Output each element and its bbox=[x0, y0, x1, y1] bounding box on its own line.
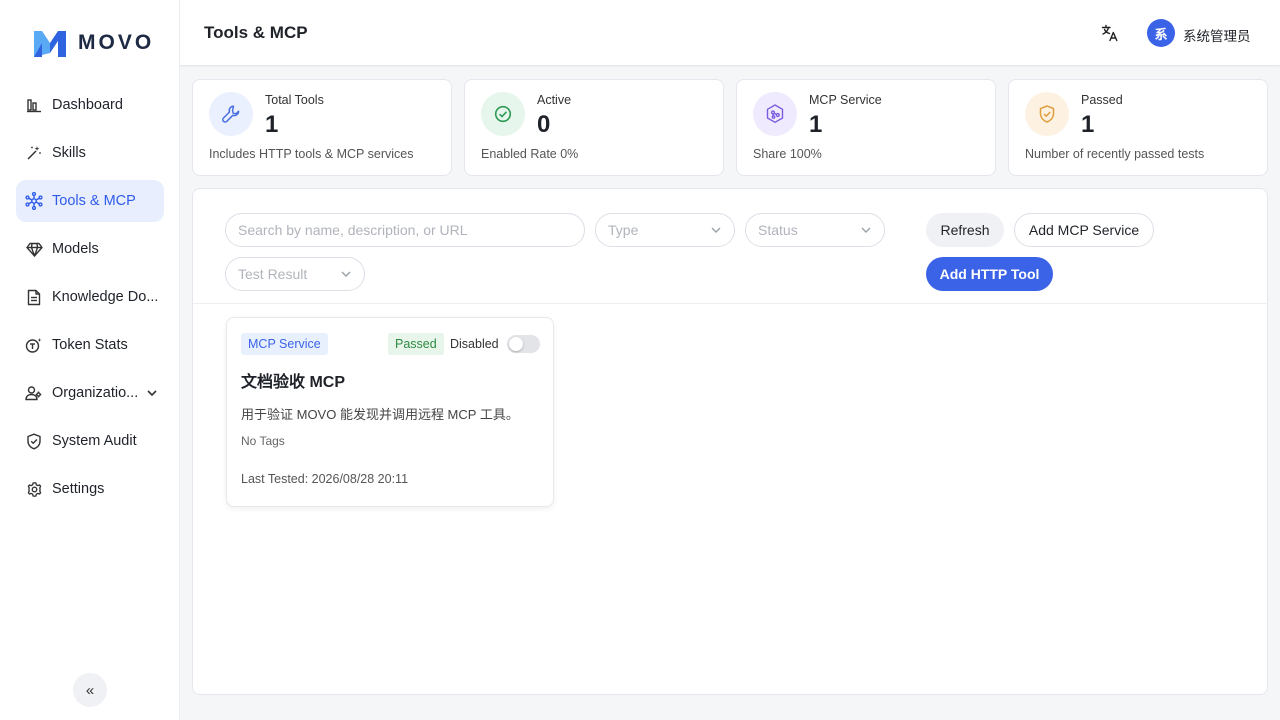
sidebar-item-knowledge[interactable]: Knowledge Do... bbox=[16, 276, 164, 318]
wrench-icon bbox=[209, 92, 253, 136]
test-status-badge: Passed bbox=[388, 333, 444, 355]
shield-check-icon bbox=[24, 431, 44, 451]
stat-label: Passed bbox=[1081, 93, 1123, 107]
stat-value: 1 bbox=[809, 111, 823, 138]
type-select[interactable]: Type bbox=[595, 213, 735, 247]
tool-last-tested: Last Tested: 2026/08/28 20:11 bbox=[241, 472, 409, 486]
stat-label: MCP Service bbox=[809, 93, 882, 107]
tool-tags: No Tags bbox=[241, 434, 285, 448]
chevron-down-icon bbox=[710, 224, 722, 236]
magic-wand-icon bbox=[24, 143, 44, 163]
tool-type-badge: MCP Service bbox=[241, 333, 328, 355]
stat-value: 0 bbox=[537, 111, 551, 138]
document-icon bbox=[24, 287, 44, 307]
sidebar-item-settings[interactable]: Settings bbox=[16, 468, 164, 510]
tool-name: 文档验收 MCP bbox=[241, 374, 346, 391]
chevron-down-icon bbox=[860, 224, 872, 236]
network-icon bbox=[24, 191, 44, 211]
sidebar-item-tools-mcp[interactable]: Tools & MCP bbox=[16, 180, 164, 222]
sidebar-nav: Dashboard Skills Tools & MCP Models Know… bbox=[16, 84, 164, 516]
collapse-sidebar-button[interactable]: « bbox=[73, 673, 107, 707]
bar-chart-icon bbox=[24, 95, 44, 115]
stat-value: 1 bbox=[1081, 111, 1095, 138]
sidebar-item-label: Models bbox=[52, 241, 99, 257]
toggle-knob bbox=[509, 337, 523, 351]
test-result-placeholder: Test Result bbox=[238, 266, 308, 282]
refresh-button[interactable]: Refresh bbox=[926, 213, 1004, 247]
test-result-select[interactable]: Test Result bbox=[225, 257, 365, 291]
user-name[interactable]: 系统管理员 bbox=[1183, 25, 1251, 45]
stat-subtext: Share 100% bbox=[753, 147, 822, 161]
type-placeholder: Type bbox=[608, 222, 639, 238]
sidebar-item-label: Organizatio... bbox=[52, 385, 139, 401]
add-http-tool-button[interactable]: Add HTTP Tool bbox=[926, 257, 1053, 291]
gem-icon bbox=[24, 239, 44, 259]
sidebar: MOVO Dashboard Skills Tools & MCP Models bbox=[0, 0, 180, 720]
stat-label: Total Tools bbox=[265, 93, 324, 107]
check-circle-icon bbox=[481, 92, 525, 136]
stat-value: 1 bbox=[265, 111, 279, 138]
search-input[interactable]: Search by name, description, or URL bbox=[225, 213, 585, 247]
translate-icon[interactable] bbox=[1100, 23, 1120, 43]
stat-subtext: Includes HTTP tools & MCP services bbox=[209, 147, 414, 161]
stat-label: Active bbox=[537, 93, 572, 107]
sidebar-item-label: System Audit bbox=[52, 433, 137, 449]
chevron-down-icon bbox=[340, 268, 352, 280]
gear-icon bbox=[24, 479, 44, 499]
toggle-label: Disabled bbox=[450, 337, 499, 351]
brand-name: MOVO bbox=[78, 31, 155, 54]
sidebar-item-skills[interactable]: Skills bbox=[16, 132, 164, 174]
sidebar-item-label: Skills bbox=[52, 145, 86, 161]
sidebar-item-models[interactable]: Models bbox=[16, 228, 164, 270]
stat-subtext: Number of recently passed tests bbox=[1025, 147, 1205, 161]
token-icon bbox=[24, 335, 44, 355]
page-title: Tools & MCP bbox=[204, 23, 308, 42]
users-icon bbox=[24, 383, 44, 403]
stat-subtext: Enabled Rate 0% bbox=[481, 147, 579, 161]
enable-toggle[interactable] bbox=[507, 335, 540, 353]
movo-logo-icon bbox=[34, 31, 66, 57]
add-mcp-service-button[interactable]: Add MCP Service bbox=[1014, 213, 1154, 247]
mcp-hub-icon bbox=[753, 92, 797, 136]
sidebar-item-label: Settings bbox=[52, 481, 105, 497]
sidebar-item-label: Dashboard bbox=[52, 97, 123, 113]
stat-card-total-tools: Total Tools 1 Includes HTTP tools & MCP … bbox=[192, 79, 452, 176]
avatar[interactable]: 系 bbox=[1147, 19, 1175, 47]
tools-panel: Search by name, description, or URL Type… bbox=[192, 188, 1268, 695]
stat-card-active: Active 0 Enabled Rate 0% bbox=[464, 79, 724, 176]
top-header: Tools & MCP 系 系统管理员 bbox=[180, 0, 1280, 66]
search-placeholder: Search by name, description, or URL bbox=[238, 222, 468, 238]
sidebar-item-label: Token Stats bbox=[52, 337, 128, 353]
sidebar-item-label: Knowledge Do... bbox=[52, 289, 159, 305]
status-placeholder: Status bbox=[758, 222, 798, 238]
logo[interactable]: MOVO bbox=[32, 27, 154, 59]
chevron-down-icon[interactable] bbox=[146, 387, 158, 399]
status-select[interactable]: Status bbox=[745, 213, 885, 247]
sidebar-item-label: Tools & MCP bbox=[52, 193, 136, 209]
sidebar-item-organization[interactable]: Organizatio... bbox=[16, 372, 164, 414]
tool-description: 用于验证 MOVO 能发现并调用远程 MCP 工具。 bbox=[241, 407, 519, 422]
stat-card-mcp-service: MCP Service 1 Share 100% bbox=[736, 79, 996, 176]
sidebar-item-dashboard[interactable]: Dashboard bbox=[16, 84, 164, 126]
stat-card-passed: Passed 1 Number of recently passed tests bbox=[1008, 79, 1268, 176]
sidebar-item-token-stats[interactable]: Token Stats bbox=[16, 324, 164, 366]
shield-check-icon bbox=[1025, 92, 1069, 136]
tool-card[interactable]: MCP Service Passed Disabled 文档验收 MCP 用于验… bbox=[226, 317, 554, 507]
sidebar-item-system-audit[interactable]: System Audit bbox=[16, 420, 164, 462]
divider bbox=[193, 303, 1267, 304]
